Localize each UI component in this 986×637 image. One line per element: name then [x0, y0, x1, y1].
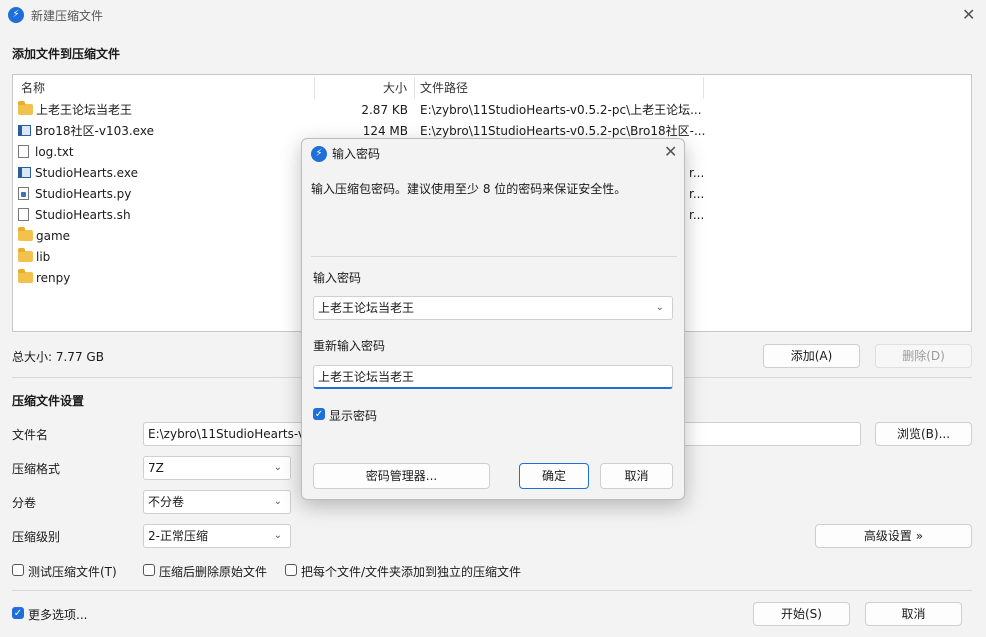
browse-button[interactable]: 浏览(B)... — [875, 422, 972, 446]
text-file-icon — [18, 208, 29, 221]
separate-checkbox[interactable] — [285, 564, 297, 576]
password-manager-button[interactable]: 密码管理器... — [313, 463, 490, 489]
file-name: log.txt — [35, 145, 74, 159]
remove-button[interactable]: 删除(D) — [875, 344, 972, 368]
column-header-size[interactable]: 大小 — [383, 75, 407, 101]
add-files-section-title: 添加文件到压缩文件 — [12, 47, 121, 61]
column-header-path[interactable]: 文件路径 — [420, 75, 468, 101]
split-label: 分卷 — [12, 496, 37, 510]
reenter-label: 重新输入密码 — [313, 339, 386, 353]
folder-icon — [18, 269, 33, 283]
folder-icon — [18, 227, 33, 241]
delete-after-label: 压缩后删除原始文件 — [159, 565, 268, 579]
level-select[interactable]: 2-正常压缩 ⌄ — [143, 524, 291, 548]
file-path: r... — [689, 208, 705, 222]
split-select[interactable]: 不分卷 ⌄ — [143, 490, 291, 514]
settings-section-title: 压缩文件设置 — [12, 394, 85, 408]
show-password-checkbox[interactable]: ✓ — [313, 408, 325, 420]
app-icon: ⚡ — [8, 7, 24, 23]
dialog-close-icon[interactable]: ✕ — [664, 142, 677, 161]
password-value: 上老王论坛当老王 — [318, 301, 415, 315]
start-button[interactable]: 开始(S) — [753, 602, 850, 626]
total-size: 总大小: 7.77 GB — [12, 350, 104, 364]
password-dialog: ⚡ 输入密码 ✕ 输入压缩包密码。建议使用至少 8 位的密码来保证安全性。 输入… — [301, 138, 685, 500]
window-close-icon[interactable]: ✕ — [962, 5, 975, 24]
column-header-name[interactable]: 名称 — [21, 75, 45, 101]
level-value: 2-正常压缩 — [148, 529, 208, 543]
file-path: r... — [689, 187, 705, 201]
chevron-down-icon: ⌄ — [273, 530, 282, 541]
exe-icon — [18, 125, 31, 136]
reenter-input[interactable]: 上老王论坛当老王 — [313, 365, 673, 389]
separate-label: 把每个文件/文件夹添加到独立的压缩文件 — [301, 565, 522, 579]
chevron-down-icon: ⌄ — [273, 496, 282, 507]
format-value: 7Z — [148, 461, 164, 475]
file-name: StudioHearts.py — [35, 187, 132, 201]
dialog-description: 输入压缩包密码。建议使用至少 8 位的密码来保证安全性。 — [311, 182, 627, 196]
file-name: 上老王论坛当老王 — [36, 103, 133, 117]
dialog-cancel-button[interactable]: 取消 — [600, 463, 673, 489]
add-button[interactable]: 添加(A) — [763, 344, 860, 368]
file-path: E:\zybro\11StudioHearts-v0.5.2-pc\上老王论坛.… — [420, 103, 702, 117]
list-item[interactable]: 上老王论坛当老王 2.87 KB E:\zybro\11StudioHearts… — [18, 100, 968, 121]
file-name: Bro18社区-v103.exe — [35, 124, 154, 138]
password-combo[interactable]: 上老王论坛当老王 ⌄ — [313, 296, 673, 320]
show-password-label: 显示密码 — [329, 409, 378, 423]
chevron-down-icon: ⌄ — [273, 462, 282, 473]
file-name: lib — [36, 250, 51, 264]
filename-label: 文件名 — [12, 428, 49, 442]
exe-icon — [18, 167, 31, 178]
more-options-checkbox[interactable]: ✓ — [12, 607, 24, 619]
test-label: 测试压缩文件(T) — [28, 565, 117, 579]
password-label: 输入密码 — [313, 271, 362, 285]
chevron-down-icon: ⌄ — [655, 302, 664, 313]
dialog-title: 输入密码 — [332, 147, 381, 161]
folder-icon — [18, 101, 33, 115]
file-path: r... — [689, 166, 705, 180]
file-name: renpy — [36, 271, 71, 285]
format-select[interactable]: 7Z ⌄ — [143, 456, 291, 480]
folder-icon — [18, 248, 33, 262]
advanced-settings-button[interactable]: 高级设置 » — [815, 524, 972, 548]
file-size: 2.87 KB — [361, 103, 408, 117]
dialog-app-icon: ⚡ — [311, 146, 327, 162]
delete-after-checkbox[interactable] — [143, 564, 155, 576]
window-title: 新建压缩文件 — [31, 9, 104, 23]
format-label: 压缩格式 — [12, 462, 61, 476]
test-checkbox[interactable] — [12, 564, 24, 576]
file-name: game — [36, 229, 71, 243]
ok-button[interactable]: 确定 — [519, 463, 589, 489]
cancel-button[interactable]: 取消 — [865, 602, 962, 626]
level-label: 压缩级别 — [12, 530, 61, 544]
split-value: 不分卷 — [148, 495, 185, 509]
file-name: StudioHearts.sh — [35, 208, 131, 222]
more-options-label: 更多选项... — [28, 608, 88, 622]
text-file-icon — [18, 145, 29, 158]
python-file-icon — [18, 187, 29, 200]
file-name: StudioHearts.exe — [35, 166, 138, 180]
title-bar: ⚡ 新建压缩文件 ✕ — [0, 0, 986, 30]
